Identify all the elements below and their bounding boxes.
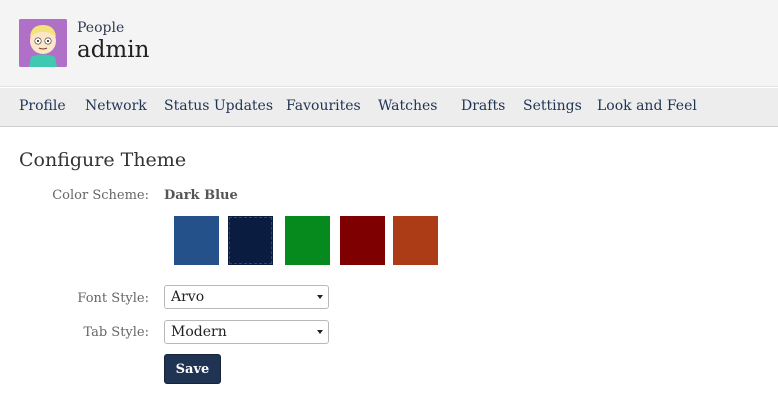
avatar-image [19,19,67,67]
font-style-select[interactable]: Arvo [164,285,329,309]
profile-nav: Profile Network Status Updates Favourite… [0,88,778,127]
tab-style-value: Modern [171,324,227,340]
chevron-down-icon [317,295,323,299]
color-scheme-label: Color Scheme: [52,188,149,203]
tab-status-updates[interactable]: Status Updates [164,98,273,114]
tab-watches[interactable]: Watches [378,98,437,114]
tab-profile[interactable]: Profile [19,98,66,114]
page-title: Configure Theme [19,149,187,171]
font-style-value: Arvo [171,289,205,305]
tab-network[interactable]: Network [85,98,147,114]
tab-style-select[interactable]: Modern [164,320,329,344]
tab-look-and-feel[interactable]: Look and Feel [597,98,697,114]
swatch-3[interactable] [340,216,385,265]
swatch-2[interactable] [285,216,330,265]
chevron-down-icon [317,330,323,334]
tab-drafts[interactable]: Drafts [461,98,505,114]
swatch-1[interactable] [228,216,273,265]
username: admin [77,37,150,63]
avatar[interactable] [19,19,67,67]
tab-favourites[interactable]: Favourites [286,98,361,114]
swatch-4[interactable] [393,216,438,265]
page-header: People admin [0,0,778,87]
color-scheme-value: Dark Blue [164,188,238,203]
swatch-0[interactable] [174,216,219,265]
font-style-label: Font Style: [77,291,149,306]
tab-style-label: Tab Style: [83,325,149,340]
save-button[interactable]: Save [164,354,221,384]
section-label[interactable]: People [77,20,124,36]
tab-settings[interactable]: Settings [523,98,582,114]
